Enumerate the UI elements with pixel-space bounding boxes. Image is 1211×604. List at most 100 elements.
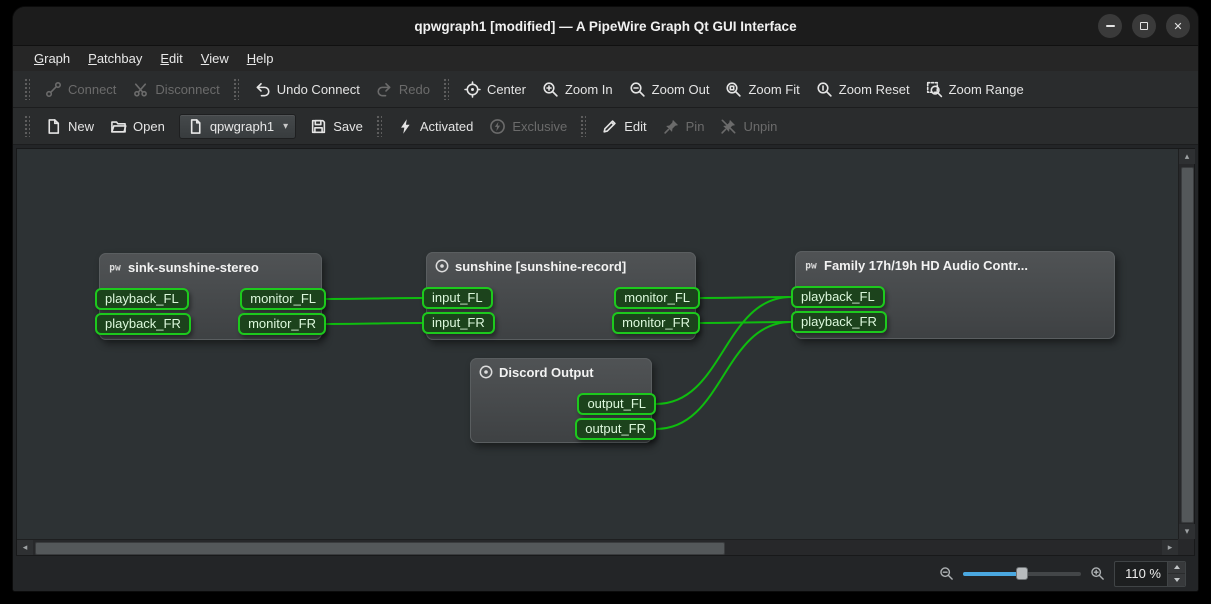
port-monitor_FR[interactable]: monitor_FR <box>612 312 700 334</box>
connection-sink.monitor_FR-to-sunshine.input_FR[interactable] <box>326 323 422 324</box>
title-bar[interactable]: qpwgraph1 [modified] — A PipeWire Graph … <box>13 7 1198 46</box>
button-label: Zoom Range <box>949 82 1024 97</box>
save-icon <box>310 118 327 135</box>
new-button[interactable]: New <box>37 112 102 141</box>
spinbox-arrows <box>1167 562 1185 586</box>
zoom-reset-button[interactable]: Zoom Reset <box>808 75 918 104</box>
button-label: Zoom Reset <box>839 82 910 97</box>
zoom-reset-icon <box>816 81 833 98</box>
port-playback_FL[interactable]: playback_FL <box>95 288 189 310</box>
close-button[interactable]: ✕ <box>1166 14 1190 38</box>
port-input_FR[interactable]: input_FR <box>422 312 495 334</box>
redo-button[interactable]: Redo <box>368 75 438 104</box>
open-button[interactable]: Open <box>102 112 173 141</box>
graph-view-frame: pwsink-sunshine-stereoplayback_FLplaybac… <box>16 148 1195 556</box>
horizontal-scrollbar-thumb[interactable] <box>35 542 725 555</box>
button-label: Redo <box>399 82 430 97</box>
button-label: Disconnect <box>155 82 219 97</box>
vertical-scrollbar[interactable]: ▴ ▾ <box>1178 149 1194 539</box>
menu-view[interactable]: View <box>192 48 238 69</box>
node-discord[interactable]: Discord Outputoutput_FLoutput_FR <box>470 358 652 443</box>
spin-down-button[interactable] <box>1168 573 1185 586</box>
node-header: pwsink-sunshine-stereo <box>99 253 322 279</box>
menu-patchbay[interactable]: Patchbay <box>79 48 151 69</box>
scroll-down-button[interactable]: ▾ <box>1179 524 1195 539</box>
edit-icon <box>601 118 618 135</box>
scroll-left-button[interactable]: ◂ <box>17 540 33 555</box>
port-input_FL[interactable]: input_FL <box>422 287 493 309</box>
port-output_FR[interactable]: output_FR <box>575 418 656 440</box>
maximize-button[interactable] <box>1132 14 1156 38</box>
node-sink[interactable]: pwsink-sunshine-stereoplayback_FLplaybac… <box>99 253 322 340</box>
unpin-icon <box>720 118 737 135</box>
button-label: Activated <box>420 119 473 134</box>
toolbar-grip[interactable] <box>580 115 586 137</box>
toolbar-grip[interactable] <box>376 115 382 137</box>
minimize-icon <box>1106 25 1115 27</box>
svg-text:pw: pw <box>805 261 817 272</box>
exclusive-button[interactable]: Exclusive <box>481 112 575 141</box>
vertical-scrollbar-thumb[interactable] <box>1181 167 1194 523</box>
button-label: Open <box>133 119 165 134</box>
zoom-spinbox[interactable]: 110 % <box>1114 561 1186 587</box>
node-title: sunshine [sunshine-record] <box>455 259 626 274</box>
edit-button[interactable]: Edit <box>593 112 654 141</box>
port-playback_FR[interactable]: playback_FR <box>95 313 191 335</box>
save-button[interactable]: Save <box>302 112 371 141</box>
zoom-slider-handle[interactable] <box>1016 567 1028 580</box>
port-monitor_FL[interactable]: monitor_FL <box>240 288 326 310</box>
scrollbar-corner <box>1178 539 1194 555</box>
node-family[interactable]: pwFamily 17h/19h HD Audio Contr...playba… <box>795 251 1115 339</box>
connection-sink.monitor_FL-to-sunshine.input_FL[interactable] <box>326 298 422 299</box>
menu-help[interactable]: Help <box>238 48 283 69</box>
button-label: Undo Connect <box>277 82 360 97</box>
combobox-value: qpwgraph1 <box>210 119 274 134</box>
patchbay-profile-combobox[interactable]: qpwgraph1▾ <box>179 114 296 139</box>
zoom-slider-fill <box>963 572 1022 576</box>
zoom-out-button[interactable]: Zoom Out <box>621 75 718 104</box>
connections-layer <box>17 149 1178 539</box>
port-output_FL[interactable]: output_FL <box>577 393 656 415</box>
menu-graph[interactable]: Graph <box>25 48 79 69</box>
graph-canvas[interactable]: pwsink-sunshine-stereoplayback_FLplaybac… <box>17 149 1178 539</box>
toolbar-grip[interactable] <box>24 78 30 100</box>
toolbar-grip[interactable] <box>443 78 449 100</box>
button-label: Zoom In <box>565 82 613 97</box>
connect-icon <box>45 81 62 98</box>
toolbar-grip[interactable] <box>24 115 30 137</box>
menu-edit[interactable]: Edit <box>151 48 191 69</box>
port-monitor_FL[interactable]: monitor_FL <box>614 287 700 309</box>
minimize-button[interactable] <box>1098 14 1122 38</box>
button-label: Zoom Fit <box>748 82 799 97</box>
zoom-range-button[interactable]: Zoom Range <box>918 75 1032 104</box>
undo-connect-button[interactable]: Undo Connect <box>246 75 368 104</box>
disconnect-button[interactable]: Disconnect <box>124 75 227 104</box>
node-header: Discord Output <box>470 358 652 384</box>
window-controls: ✕ <box>1098 14 1190 38</box>
port-monitor_FR[interactable]: monitor_FR <box>238 313 326 335</box>
unpin-button[interactable]: Unpin <box>712 112 785 141</box>
spin-up-button[interactable] <box>1168 562 1185 574</box>
record-icon <box>434 258 450 274</box>
horizontal-scrollbar[interactable]: ◂ ▸ <box>17 539 1178 555</box>
zoom-out-icon[interactable] <box>939 566 954 581</box>
application-window: qpwgraph1 [modified] — A PipeWire Graph … <box>13 7 1198 591</box>
toolbar-grip[interactable] <box>233 78 239 100</box>
zoom-slider[interactable] <box>963 565 1081 583</box>
maximize-icon <box>1140 22 1148 30</box>
center-button[interactable]: Center <box>456 75 534 104</box>
node-title: sink-sunshine-stereo <box>128 260 259 275</box>
zoom-in-button[interactable]: Zoom In <box>534 75 621 104</box>
graph-toolbar: Connect Disconnect Undo Connect Redo Center Z… <box>13 71 1198 108</box>
zoom-in-icon[interactable] <box>1090 566 1105 581</box>
scroll-right-button[interactable]: ▸ <box>1162 540 1178 555</box>
node-sunshine[interactable]: sunshine [sunshine-record]input_FLinput_… <box>426 252 696 340</box>
activated-button[interactable]: Activated <box>389 112 481 141</box>
port-playback_FR[interactable]: playback_FR <box>791 311 887 333</box>
connect-button[interactable]: Connect <box>37 75 124 104</box>
pin-button[interactable]: Pin <box>655 112 713 141</box>
scroll-up-button[interactable]: ▴ <box>1179 149 1195 164</box>
port-playback_FL[interactable]: playback_FL <box>791 286 885 308</box>
center-icon <box>464 81 481 98</box>
zoom-fit-button[interactable]: Zoom Fit <box>717 75 807 104</box>
